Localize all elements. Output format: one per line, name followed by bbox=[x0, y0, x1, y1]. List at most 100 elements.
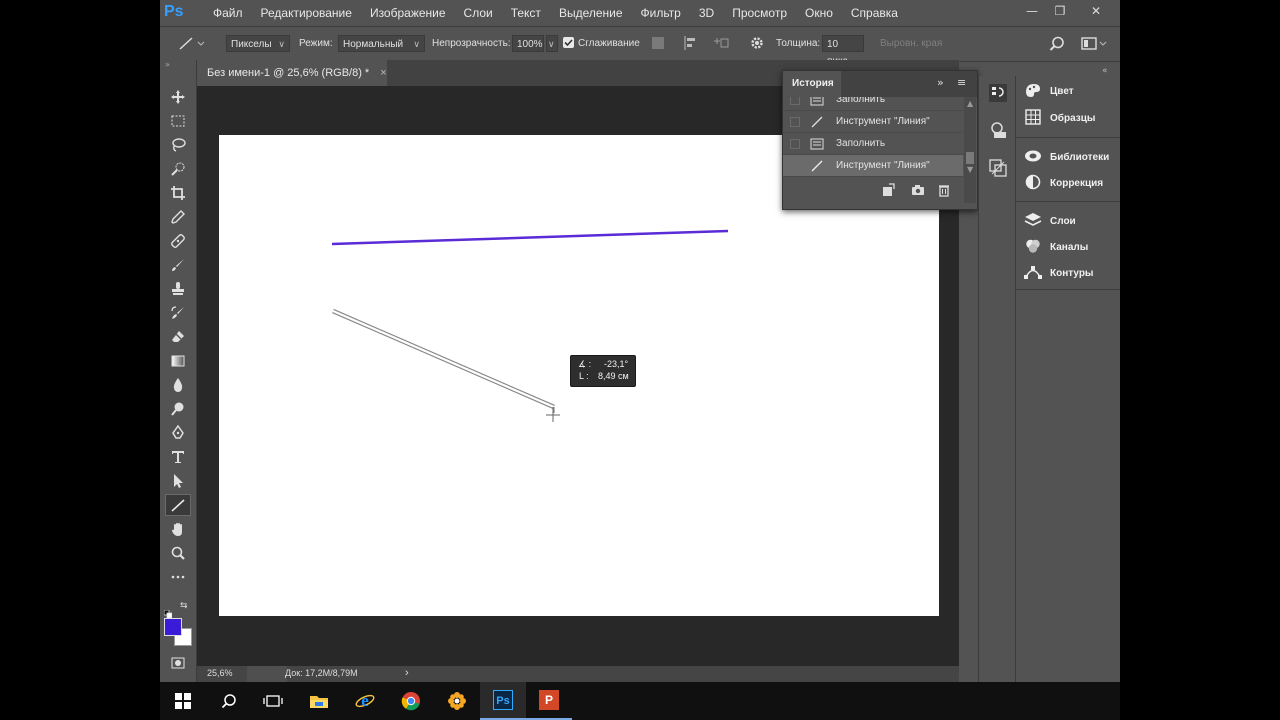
line-tool-preset-icon[interactable] bbox=[178, 35, 206, 55]
transform-panel-icon[interactable] bbox=[988, 158, 1008, 182]
path-arrangement-icon[interactable] bbox=[712, 35, 730, 55]
search-icon[interactable] bbox=[206, 682, 252, 720]
marquee-tool-icon[interactable] bbox=[165, 110, 191, 132]
close-window-button[interactable]: ✕ bbox=[1084, 4, 1108, 18]
opacity-label: Непрозрачность: bbox=[432, 38, 511, 49]
type-tool-icon[interactable] bbox=[165, 446, 191, 468]
crop-tool-icon[interactable] bbox=[165, 182, 191, 204]
menu-window[interactable]: Окно bbox=[796, 0, 842, 26]
gradient-tool-icon[interactable] bbox=[165, 350, 191, 372]
new-document-from-state-icon[interactable] bbox=[881, 182, 895, 201]
blur-tool-icon[interactable] bbox=[165, 374, 191, 396]
menu-edit[interactable]: Редактирование bbox=[252, 0, 361, 26]
drawn-line bbox=[331, 229, 729, 246]
file-explorer-icon[interactable] bbox=[296, 682, 342, 720]
opacity-input[interactable]: 100% bbox=[512, 35, 544, 52]
libraries-panel-item[interactable]: Библиотеки bbox=[1024, 145, 1109, 169]
photoshop-taskbar-button[interactable]: Ps bbox=[480, 682, 526, 720]
menu-type[interactable]: Текст bbox=[502, 0, 550, 26]
internet-explorer-icon[interactable]: e bbox=[342, 682, 388, 720]
pen-tool-icon[interactable] bbox=[165, 422, 191, 444]
adjustments-panel-item[interactable]: Коррекция bbox=[1024, 171, 1103, 195]
color-panel-item[interactable]: Цвет bbox=[1024, 79, 1074, 103]
chevron-down-icon: ∨ bbox=[413, 39, 420, 49]
path-selection-tool-icon[interactable] bbox=[165, 470, 191, 492]
scroll-down-icon[interactable]: ▼ bbox=[967, 165, 973, 175]
healing-brush-tool-icon[interactable] bbox=[165, 230, 191, 252]
menu-filter[interactable]: Фильтр bbox=[632, 0, 690, 26]
blend-mode-select[interactable]: Нормальный ∨ bbox=[338, 35, 425, 52]
history-scrollbar[interactable]: ▲ ▼ bbox=[964, 97, 976, 203]
chrome-icon[interactable] bbox=[388, 682, 434, 720]
path-operations-icon[interactable] bbox=[652, 37, 664, 49]
search-icon[interactable] bbox=[1049, 36, 1065, 56]
menu-view[interactable]: Просмотр bbox=[723, 0, 796, 26]
history-row[interactable]: Заполнить bbox=[783, 133, 963, 155]
swap-colors-icon[interactable]: ⇆ bbox=[180, 601, 188, 611]
task-view-icon[interactable] bbox=[250, 682, 296, 720]
scroll-up-icon[interactable]: ▲ bbox=[967, 99, 973, 109]
lasso-tool-icon[interactable] bbox=[165, 134, 191, 156]
history-row[interactable]: Инструмент "Линия" bbox=[783, 111, 963, 133]
menu-file[interactable]: Файл bbox=[204, 0, 252, 26]
foreground-color-swatch[interactable] bbox=[164, 618, 182, 636]
scrollbar-thumb[interactable] bbox=[966, 152, 974, 164]
quick-selection-tool-icon[interactable] bbox=[165, 158, 191, 180]
history-source-checkbox[interactable] bbox=[790, 160, 800, 171]
hand-tool-icon[interactable] bbox=[165, 518, 191, 540]
collapse-dock-icon[interactable]: « bbox=[1102, 66, 1108, 76]
history-brush-tool-icon[interactable] bbox=[165, 302, 191, 324]
camera-icon[interactable] bbox=[911, 182, 925, 201]
line-tool-icon[interactable] bbox=[165, 494, 191, 516]
app-flower-icon[interactable] bbox=[434, 682, 480, 720]
default-colors-icon[interactable] bbox=[163, 603, 173, 619]
gear-icon[interactable] bbox=[749, 35, 765, 55]
layers-panel-item[interactable]: Слои bbox=[1024, 209, 1076, 233]
collapse-panel-icon[interactable]: » bbox=[165, 60, 170, 69]
swatches-panel-item[interactable]: Образцы bbox=[1024, 106, 1095, 130]
weight-input[interactable]: 10 пикс bbox=[822, 35, 864, 67]
menu-select[interactable]: Выделение bbox=[550, 0, 632, 26]
brush-tool-icon[interactable] bbox=[165, 254, 191, 276]
restore-button[interactable]: ❐ bbox=[1048, 4, 1072, 18]
close-tab-icon[interactable]: × bbox=[380, 67, 386, 79]
menu-layer[interactable]: Слои bbox=[455, 0, 502, 26]
menu-image[interactable]: Изображение bbox=[361, 0, 455, 26]
trash-icon[interactable] bbox=[937, 182, 951, 201]
eyedropper-tool-icon[interactable] bbox=[165, 206, 191, 228]
tool-mode-select[interactable]: Пикселы ∨ bbox=[226, 35, 290, 52]
path-alignment-icon[interactable] bbox=[682, 35, 698, 55]
status-menu-arrow-icon[interactable]: › bbox=[405, 667, 409, 679]
more-tools-icon[interactable] bbox=[165, 566, 191, 588]
history-tab[interactable]: История bbox=[783, 71, 841, 97]
properties-panel-icon[interactable] bbox=[988, 120, 1008, 144]
history-row-active[interactable]: Инструмент "Линия" bbox=[783, 155, 963, 177]
history-panel-icon[interactable] bbox=[988, 83, 1008, 107]
windows-start-icon[interactable] bbox=[160, 682, 206, 720]
panel-menu-icon[interactable]: ≡ bbox=[957, 76, 966, 89]
quick-mask-icon[interactable] bbox=[165, 652, 191, 674]
antialias-checkbox[interactable] bbox=[563, 37, 574, 48]
zoom-tool-icon[interactable] bbox=[165, 542, 191, 564]
history-row[interactable]: Заполнить bbox=[783, 97, 963, 111]
move-tool-icon[interactable] bbox=[165, 86, 191, 108]
menu-3d[interactable]: 3D bbox=[690, 0, 723, 26]
collapse-icon[interactable]: » bbox=[937, 76, 944, 89]
channels-panel-item[interactable]: Каналы bbox=[1024, 235, 1088, 259]
workspace-icon[interactable] bbox=[1081, 36, 1107, 56]
history-source-checkbox[interactable] bbox=[790, 138, 800, 149]
dodge-tool-icon[interactable] bbox=[165, 398, 191, 420]
document-tab[interactable]: Без имени-1 @ 25,6% (RGB/8) * × bbox=[197, 60, 387, 86]
clone-stamp-tool-icon[interactable] bbox=[165, 278, 191, 300]
eraser-tool-icon[interactable] bbox=[165, 326, 191, 348]
zoom-level[interactable]: 25,6% bbox=[207, 668, 233, 678]
blend-mode-value: Нормальный bbox=[343, 39, 404, 50]
history-source-checkbox[interactable] bbox=[790, 97, 800, 105]
opacity-dropdown[interactable]: ∨ bbox=[546, 35, 558, 52]
history-source-checkbox[interactable] bbox=[790, 116, 800, 127]
paths-panel-item[interactable]: Контуры bbox=[1024, 261, 1093, 285]
menu-help[interactable]: Справка bbox=[842, 0, 907, 26]
powerpoint-taskbar-button[interactable]: P bbox=[526, 682, 572, 720]
minimize-button[interactable]: — bbox=[1020, 4, 1044, 18]
align-edges-checkbox[interactable]: Выровн. края bbox=[880, 38, 942, 49]
